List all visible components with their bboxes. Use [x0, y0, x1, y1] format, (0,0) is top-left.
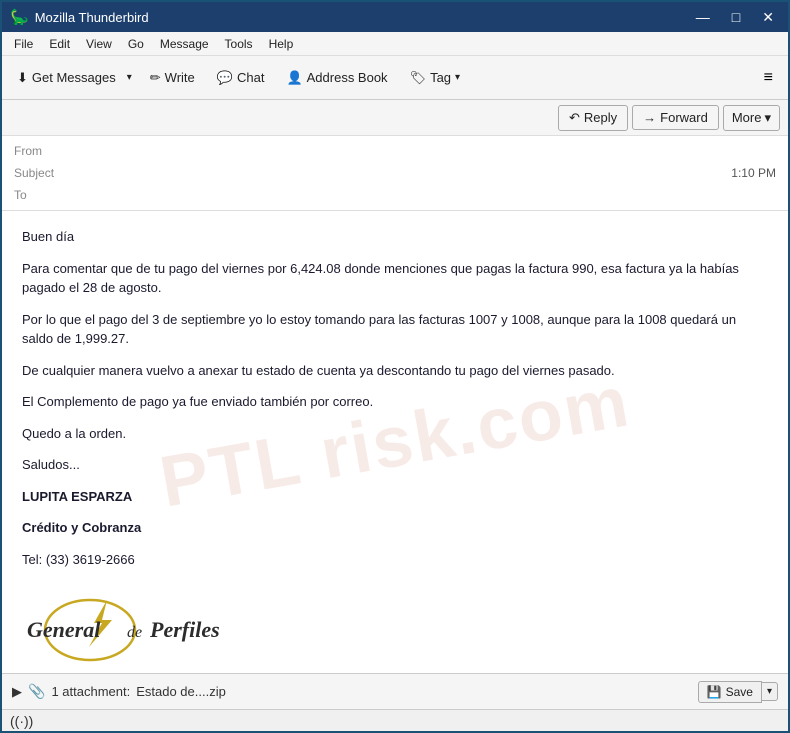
svg-text:Perfiles: Perfiles [149, 617, 220, 642]
window-title: Mozilla Thunderbird [35, 10, 149, 25]
toolbar: ⬇ Get Messages ▾ ✏ Write 💬 Chat 👤 Addres… [2, 56, 788, 100]
address-book-button[interactable]: 👤 Address Book [277, 65, 396, 91]
get-messages-split: ⬇ Get Messages ▾ [10, 65, 137, 91]
chat-label: Chat [237, 70, 264, 85]
from-field: From [14, 140, 776, 162]
paragraph3: De cualquier manera vuelvo a anexar tu e… [22, 361, 768, 381]
write-label: Write [165, 70, 195, 85]
save-split-button: 💾 Save ▾ [698, 681, 778, 703]
address-book-icon: 👤 [286, 70, 302, 86]
reply-button[interactable]: ↶ Reply [558, 105, 628, 131]
paragraph1: Para comentar que de tu pago del viernes… [22, 259, 768, 298]
title-bar-left: 🦕 Mozilla Thunderbird [10, 8, 149, 26]
status-bar: ((·)) [2, 709, 788, 731]
reply-icon: ↶ [569, 110, 580, 126]
more-label: More [732, 110, 762, 125]
chat-button[interactable]: 💬 Chat [208, 65, 274, 91]
sender-dept: Crédito y Cobranza [22, 518, 768, 538]
attachment-name: Estado de....zip [136, 684, 226, 699]
tel-value: (33) 3619-2666 [46, 552, 135, 567]
tag-arrow: ▾ [455, 72, 460, 83]
attachment-count: 1 attachment: [51, 684, 130, 699]
sender-tel: Tel: (33) 3619-2666 [22, 550, 768, 570]
minimize-button[interactable]: — [690, 7, 716, 27]
close-button[interactable]: ✕ [756, 7, 780, 28]
attachment-info: 1 attachment: Estado de....zip [51, 684, 225, 699]
maximize-button[interactable]: □ [726, 7, 746, 27]
save-dropdown[interactable]: ▾ [762, 682, 778, 701]
sender-name: LUPITA ESPARZA [22, 487, 768, 507]
closing: Quedo a la orden. [22, 424, 768, 444]
salutation: Saludos... [22, 455, 768, 475]
paperclip-icon: 📎 [28, 683, 45, 700]
svg-text:de: de [127, 624, 142, 641]
get-messages-dropdown[interactable]: ▾ [123, 67, 137, 88]
to-field: To [14, 184, 776, 206]
get-messages-label: Get Messages [32, 70, 116, 85]
subject-field: Subject 1:10 PM [14, 162, 776, 184]
app-icon: 🦕 [10, 8, 29, 26]
tel-label: Tel: [22, 552, 46, 567]
email-action-bar: ↶ Reply → Forward More ▾ [2, 100, 788, 136]
address-book-label: Address Book [307, 70, 388, 85]
more-button[interactable]: More ▾ [723, 105, 780, 131]
tag-button[interactable]: 🏷 Tag ▾ [401, 65, 470, 91]
company-logo-area: General de Perfiles [22, 585, 768, 668]
from-label: From [14, 144, 69, 158]
company-logo: General de Perfiles [22, 585, 242, 665]
menu-view[interactable]: View [80, 35, 118, 53]
main-window: 🦕 Mozilla Thunderbird — □ ✕ File Edit Vi… [0, 0, 790, 733]
attachment-toggle-icon: ▶ [12, 684, 22, 700]
tag-label: Tag [430, 70, 451, 85]
reply-label: Reply [584, 110, 617, 125]
window-controls: — □ ✕ [690, 7, 780, 28]
forward-icon: → [643, 110, 656, 125]
hamburger-menu[interactable]: ≡ [757, 64, 780, 92]
attachment-bar: ▶ 📎 1 attachment: Estado de....zip 💾 Sav… [2, 673, 788, 709]
forward-label: Forward [660, 110, 708, 125]
save-label: Save [726, 685, 753, 699]
more-arrow-icon: ▾ [764, 110, 771, 126]
save-button[interactable]: 💾 Save [698, 681, 762, 703]
write-button[interactable]: ✏ Write [141, 65, 204, 91]
write-icon: ✏ [150, 70, 161, 86]
menu-file[interactable]: File [8, 35, 39, 53]
tag-icon: 🏷 [410, 70, 427, 86]
email-header: From Subject 1:10 PM To [2, 136, 788, 211]
menu-edit[interactable]: Edit [43, 35, 76, 53]
subject-label: Subject [14, 166, 69, 180]
email-body: PTL risk.com Buen día Para comentar que … [2, 211, 788, 673]
paragraph2: Por lo que el pago del 3 de septiembre y… [22, 310, 768, 349]
menu-go[interactable]: Go [122, 35, 150, 53]
chat-icon: 💬 [217, 70, 233, 86]
menu-bar: File Edit View Go Message Tools Help [2, 32, 788, 56]
greeting: Buen día [22, 227, 768, 247]
paragraph4: El Complemento de pago ya fue enviado ta… [22, 392, 768, 412]
title-bar: 🦕 Mozilla Thunderbird — □ ✕ [2, 2, 788, 32]
attachment-toggle[interactable]: ▶ [12, 684, 22, 700]
get-messages-icon: ⬇ [17, 70, 28, 86]
menu-help[interactable]: Help [263, 35, 300, 53]
email-time: 1:10 PM [731, 166, 776, 180]
connection-icon: ((·)) [10, 713, 33, 729]
forward-button[interactable]: → Forward [632, 105, 719, 130]
svg-text:General: General [27, 617, 101, 642]
to-label: To [14, 188, 69, 202]
menu-tools[interactable]: Tools [219, 35, 259, 53]
get-messages-button[interactable]: ⬇ Get Messages [10, 65, 123, 91]
menu-message[interactable]: Message [154, 35, 215, 53]
save-icon: 💾 [707, 685, 722, 699]
